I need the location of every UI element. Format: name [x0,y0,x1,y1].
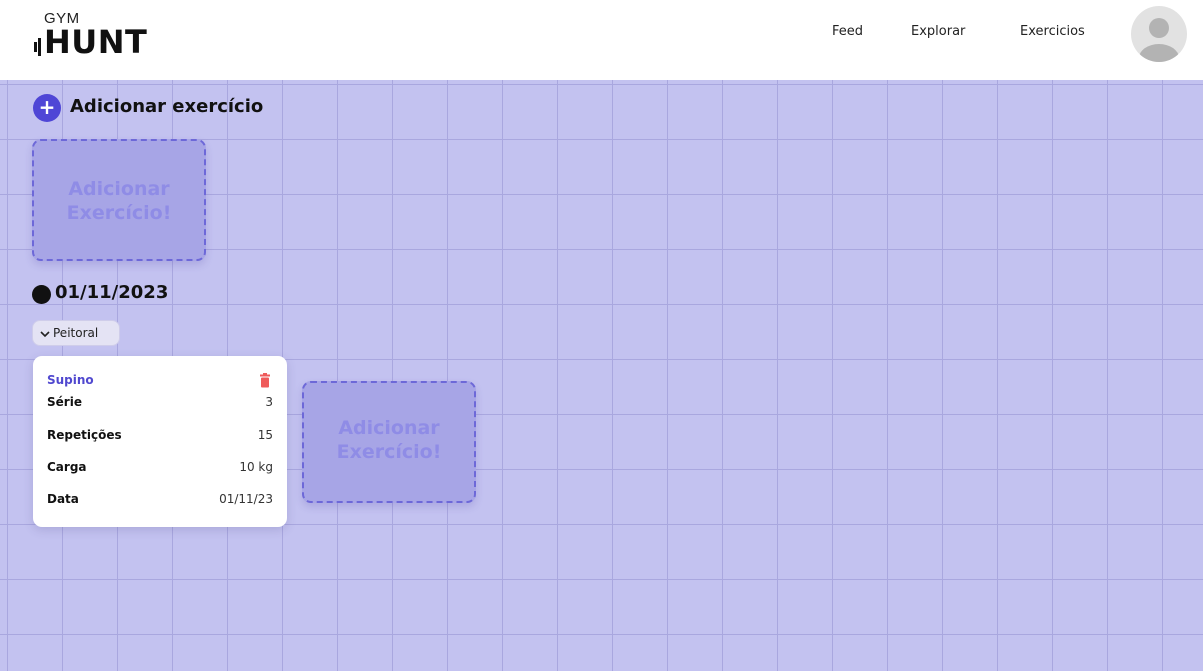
muscle-group-label: Peitoral [53,326,99,340]
user-avatar-icon[interactable] [1131,6,1187,62]
dumbbell-icon [34,38,41,56]
add-card-line2: Exercício! [66,202,172,224]
nav-link-feed[interactable]: Feed [832,24,863,39]
add-card-line1: Adicionar [338,417,440,439]
field-label: Repetições [47,428,122,442]
muscle-group-toggle[interactable]: Peitoral [32,320,120,346]
session-date-text: 01/11/2023 [55,282,169,303]
add-card-line1: Adicionar [68,178,170,200]
exercise-field-data: Data 01/11/23 [47,492,273,510]
plus-icon[interactable]: + [33,94,61,122]
trash-icon[interactable] [259,373,271,388]
add-exercise-title: Adicionar exercício [70,96,264,117]
field-label: Carga [47,460,87,474]
field-value: 15 [257,428,273,442]
avatar-silhouette-icon [1139,18,1179,62]
field-value: 01/11/23 [219,492,273,506]
field-label: Data [47,492,79,506]
field-label: Série [47,395,82,409]
nav-link-explorar[interactable]: Explorar [911,24,965,39]
gymhunt-logo[interactable]: GYM HUNT [34,10,174,66]
exercise-field-carga: Carga 10 kg [47,460,273,478]
add-exercise-card-peitoral[interactable]: Adicionar Exercício! [302,381,476,503]
nav-link-exercicios[interactable]: Exercicios [1020,24,1085,39]
logo-text-big: HUNT [44,23,148,61]
exercise-card[interactable]: Supino Série 3 Repetições 15 Carga 10 kg… [33,356,287,527]
exercise-field-serie: Série 3 [47,395,273,413]
chevron-down-icon [40,331,50,338]
field-value: 3 [265,395,273,409]
top-bar: GYM HUNT Feed Explorar Exercicios [0,0,1203,80]
date-bullet-icon [32,285,51,304]
add-card-line2: Exercício! [336,441,442,463]
field-value: 10 kg [239,460,273,474]
exercise-name: Supino [47,373,94,387]
exercise-field-repeticoes: Repetições 15 [47,428,273,446]
add-exercise-card[interactable]: Adicionar Exercício! [32,139,206,261]
